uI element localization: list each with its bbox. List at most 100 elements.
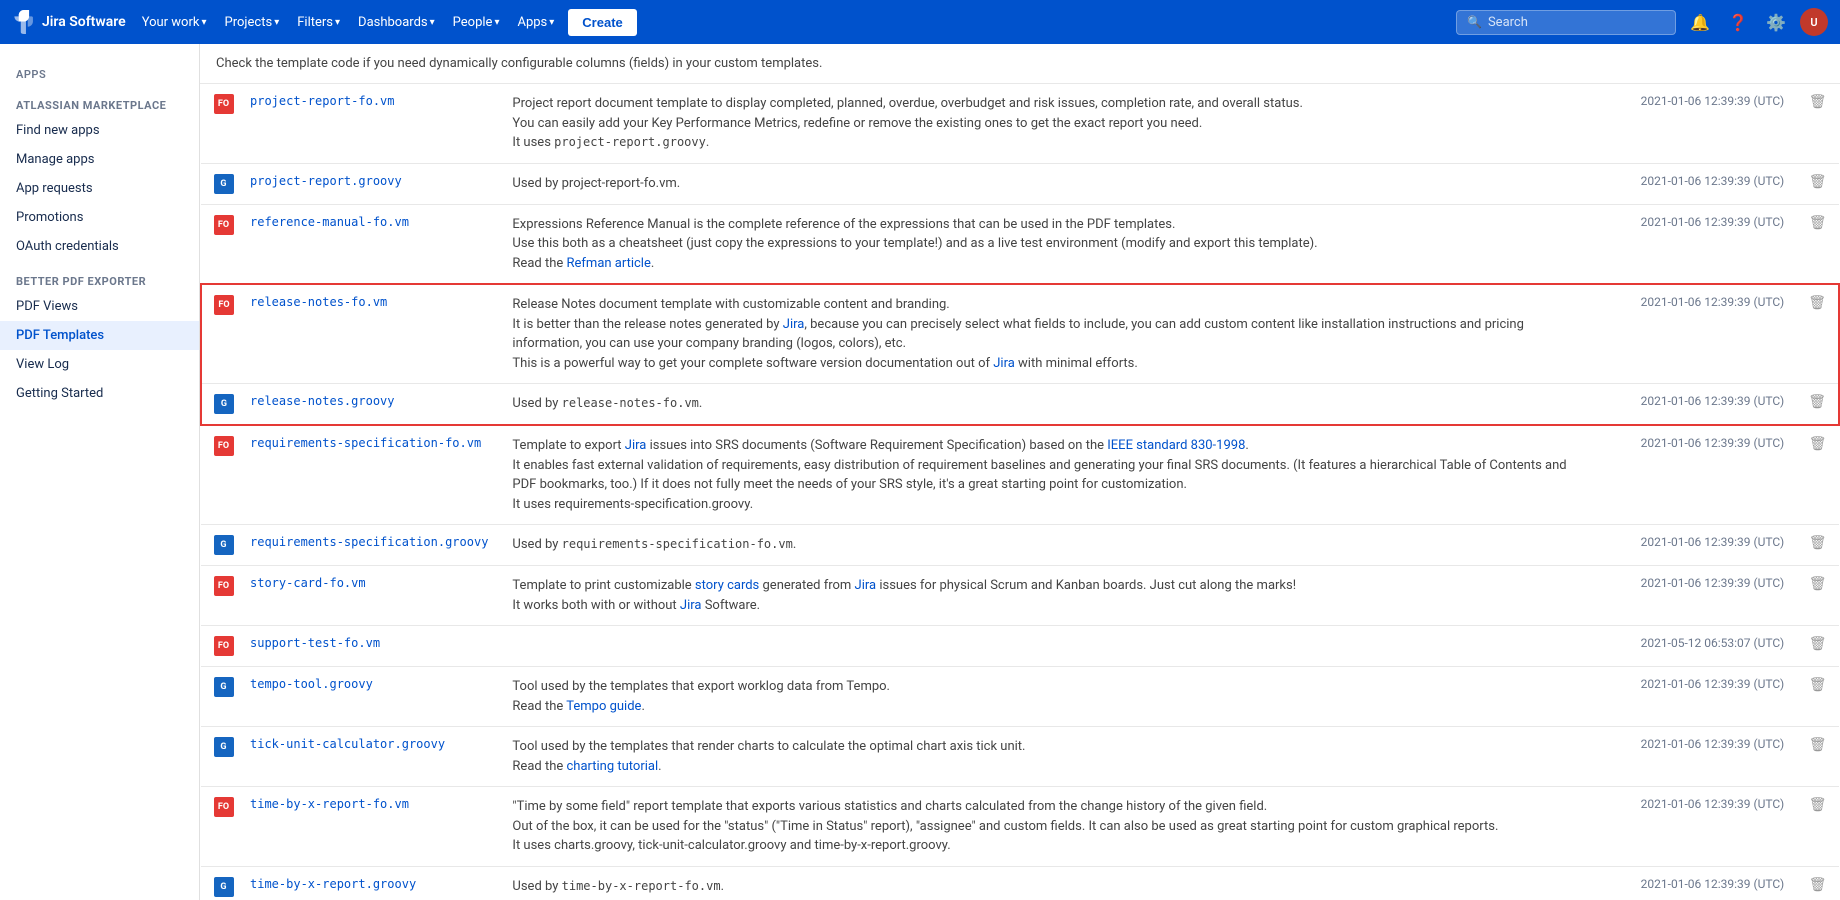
delete-icon[interactable]: 🗑 [1808,295,1826,311]
file-type-icon: FO [214,215,234,235]
main-navigation: Your work ▾ Projects ▾ Filters ▾ Dashboa… [134,9,637,36]
sidebar-item-pdf-views[interactable]: PDF Views [0,292,199,321]
top-description: Check the template code if you need dyna… [200,44,1840,84]
template-name-link[interactable]: project-report-fo.vm [250,94,395,108]
template-description: Project report document template to disp… [500,84,1596,163]
file-type-icon: G [214,737,234,757]
file-type-icon: FO [214,94,234,114]
template-date: 2021-01-06 12:39:39 (UTC) [1596,84,1796,163]
template-description: Used by time-by-x-report-fo.vm. [500,866,1596,900]
delete-icon[interactable]: 🗑 [1809,636,1827,652]
file-type-icon: FO [214,436,234,456]
table-row: FO reference-manual-fo.vm Expressions Re… [201,204,1839,284]
template-date: 2021-01-06 12:39:39 (UTC) [1596,566,1796,626]
file-type-icon: G [214,877,234,897]
chevron-down-icon: ▾ [430,17,435,28]
template-name-link[interactable]: story-card-fo.vm [250,576,366,590]
sidebar-item-app-requests[interactable]: App requests [0,174,199,203]
template-date: 2021-01-06 12:39:39 (UTC) [1596,425,1796,525]
nav-dashboards[interactable]: Dashboards ▾ [350,11,443,34]
template-date: 2021-01-06 12:39:39 (UTC) [1596,525,1796,566]
template-description: Expressions Reference Manual is the comp… [500,204,1596,284]
chevron-down-icon: ▾ [201,17,206,28]
template-date: 2021-01-06 12:39:39 (UTC) [1596,163,1796,204]
sidebar-item-getting-started[interactable]: Getting Started [0,379,199,408]
table-row: G release-notes.groovy Used by release-n… [201,384,1839,426]
sidebar-apps-title: Apps [0,60,199,85]
nav-your-work[interactable]: Your work ▾ [134,11,215,34]
delete-icon[interactable]: 🗑 [1809,174,1827,190]
sidebar-item-manage-apps[interactable]: Manage apps [0,145,199,174]
delete-icon[interactable]: 🗑 [1809,94,1827,110]
delete-icon[interactable]: 🗑 [1809,677,1827,693]
sidebar-item-oauth[interactable]: OAuth credentials [0,232,199,261]
table-row: G tick-unit-calculator.groovy Tool used … [201,727,1839,787]
templates-table: FO project-report-fo.vm Project report d… [200,84,1840,900]
template-name-link[interactable]: support-test-fo.vm [250,636,380,650]
jira-logo[interactable]: Jira Software [12,10,126,34]
nav-projects[interactable]: Projects ▾ [217,11,288,34]
page-layout: Apps Atlassian Marketplace Find new apps… [0,44,1840,900]
template-name-link[interactable]: time-by-x-report.groovy [250,877,416,891]
template-name-link[interactable]: project-report.groovy [250,174,402,188]
nav-filters[interactable]: Filters ▾ [289,11,348,34]
template-date: 2021-01-06 12:39:39 (UTC) [1596,384,1796,426]
template-name-link[interactable]: time-by-x-report-fo.vm [250,797,409,811]
file-type-icon: FO [214,636,234,656]
table-row: FO support-test-fo.vm 2021-05-12 06:53:0… [201,626,1839,667]
sidebar-item-view-log[interactable]: View Log [0,350,199,379]
file-type-icon: G [214,535,234,555]
table-row: G project-report.groovy Used by project-… [201,163,1839,204]
sidebar-item-find-new-apps[interactable]: Find new apps [0,116,199,145]
template-date: 2021-01-06 12:39:39 (UTC) [1596,866,1796,900]
template-name-link[interactable]: tempo-tool.groovy [250,677,373,691]
settings-icon[interactable]: ⚙️ [1762,8,1790,36]
chevron-down-icon: ▾ [549,17,554,28]
delete-icon[interactable]: 🗑 [1809,737,1827,753]
create-button[interactable]: Create [568,9,636,36]
template-name-link[interactable]: tick-unit-calculator.groovy [250,737,445,751]
sidebar-item-promotions[interactable]: Promotions [0,203,199,232]
sidebar-better-pdf-title: Better PDF Exporter [0,261,199,292]
table-row: G tempo-tool.groovy Tool used by the tem… [201,667,1839,727]
template-description: Tool used by the templates that render c… [500,727,1596,787]
notifications-icon[interactable]: 🔔 [1686,8,1714,36]
template-date: 2021-01-06 12:39:39 (UTC) [1596,787,1796,867]
sidebar: Apps Atlassian Marketplace Find new apps… [0,44,200,900]
template-name-link[interactable]: requirements-specification.groovy [250,535,488,549]
delete-icon[interactable]: 🗑 [1809,535,1827,551]
template-name-link[interactable]: reference-manual-fo.vm [250,215,409,229]
template-date: 2021-01-06 12:39:39 (UTC) [1596,727,1796,787]
table-row: FO release-notes-fo.vm Release Notes doc… [201,284,1839,384]
delete-icon[interactable]: 🗑 [1809,576,1827,592]
template-description: Template to print customizable story car… [500,566,1596,626]
avatar[interactable]: U [1800,8,1828,36]
chevron-down-icon: ▾ [274,17,279,28]
chevron-down-icon: ▾ [335,17,340,28]
delete-icon[interactable]: 🗑 [1809,877,1827,893]
table-row: FO requirements-specification-fo.vm Temp… [201,425,1839,525]
delete-icon[interactable]: 🗑 [1809,797,1827,813]
search-placeholder: Search [1488,15,1528,30]
help-icon[interactable]: ❓ [1724,8,1752,36]
sidebar-item-pdf-templates[interactable]: PDF Templates [0,321,199,350]
template-description: Tool used by the templates that export w… [500,667,1596,727]
table-row: FO time-by-x-report-fo.vm "Time by some … [201,787,1839,867]
file-type-icon: FO [214,576,234,596]
table-row: G requirements-specification.groovy Used… [201,525,1839,566]
search-box[interactable]: 🔍 Search [1456,10,1676,35]
table-row: FO project-report-fo.vm Project report d… [201,84,1839,163]
template-description: Release Notes document template with cus… [500,284,1596,384]
template-name-link[interactable]: requirements-specification-fo.vm [250,436,481,450]
nav-people[interactable]: People ▾ [445,11,508,34]
sidebar-atlassian-title: Atlassian Marketplace [0,85,199,116]
file-type-icon: G [214,677,234,697]
delete-icon[interactable]: 🗑 [1808,394,1826,410]
template-name-link[interactable]: release-notes-fo.vm [250,295,387,309]
template-date: 2021-05-12 06:53:07 (UTC) [1596,626,1796,667]
template-name-link[interactable]: release-notes.groovy [250,394,395,408]
nav-apps[interactable]: Apps ▾ [509,11,562,34]
delete-icon[interactable]: 🗑 [1809,215,1827,231]
delete-icon[interactable]: 🗑 [1809,436,1827,452]
template-description: Template to export Jira issues into SRS … [500,425,1596,525]
